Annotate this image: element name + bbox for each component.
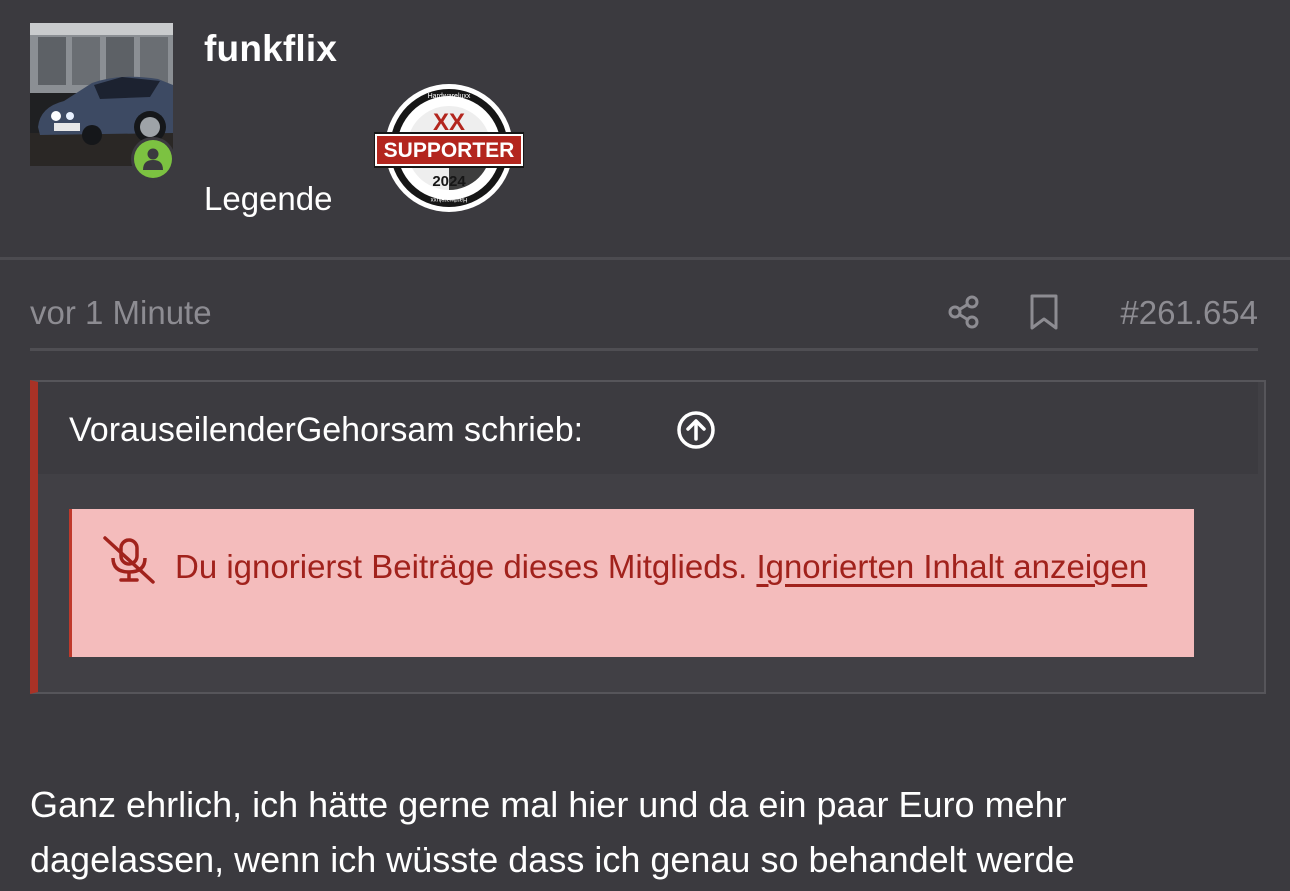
badge-top-text: Hardwareluxx	[428, 93, 471, 100]
quote-block: VorauseilenderGehorsam schrieb: Du ignor…	[30, 380, 1266, 694]
post-meta-bar: vor 1 Minute #261.654	[30, 280, 1258, 351]
muted-microphone-icon	[103, 536, 155, 584]
bookmark-icon	[1030, 294, 1058, 330]
bookmark-button[interactable]	[1022, 290, 1066, 334]
username-link[interactable]: funkflix	[204, 28, 337, 70]
arrow-up-circle-icon[interactable]	[676, 410, 716, 450]
ignored-content-notice: Du ignorierst Beiträge dieses Mitglieds.…	[69, 509, 1194, 657]
post-user-block: funkflix Legende Hardwareluxx XX SUPPORT…	[0, 0, 1290, 258]
user-online-icon	[134, 140, 172, 178]
user-title: Legende	[204, 180, 333, 217]
badge-mark: XX	[433, 109, 465, 136]
badge-year: 2024	[432, 173, 466, 190]
ignored-notice-text: Du ignorierst Beiträge dieses Mitglieds.	[175, 548, 748, 585]
badge-label: SUPPORTER	[384, 139, 515, 162]
header-divider	[0, 257, 1290, 260]
post-timestamp[interactable]: vor 1 Minute	[30, 294, 212, 332]
badge-bottom-text: Hardwareluxx	[431, 196, 468, 202]
post-number-link[interactable]: #261.654	[1120, 294, 1258, 332]
share-icon	[948, 295, 979, 329]
supporter-badge: Hardwareluxx XX SUPPORTER 2024 Hardwarel…	[373, 84, 525, 214]
post-body-line: dagelassen, wenn ich wüsste dass ich gen…	[30, 839, 1075, 880]
share-button[interactable]	[942, 290, 986, 334]
post-body-line: Ganz ehrlich, ich hätte gerne mal hier u…	[30, 784, 1067, 825]
post-message-body: Ganz ehrlich, ich hätte gerne mal hier u…	[30, 777, 1270, 887]
quote-header: VorauseilenderGehorsam schrieb:	[38, 382, 1258, 474]
online-status-badge	[131, 137, 175, 181]
show-ignored-content-link[interactable]: Ignorierten Inhalt anzeigen	[756, 548, 1147, 585]
quote-author-link[interactable]: VorauseilenderGehorsam schrieb:	[69, 411, 583, 450]
